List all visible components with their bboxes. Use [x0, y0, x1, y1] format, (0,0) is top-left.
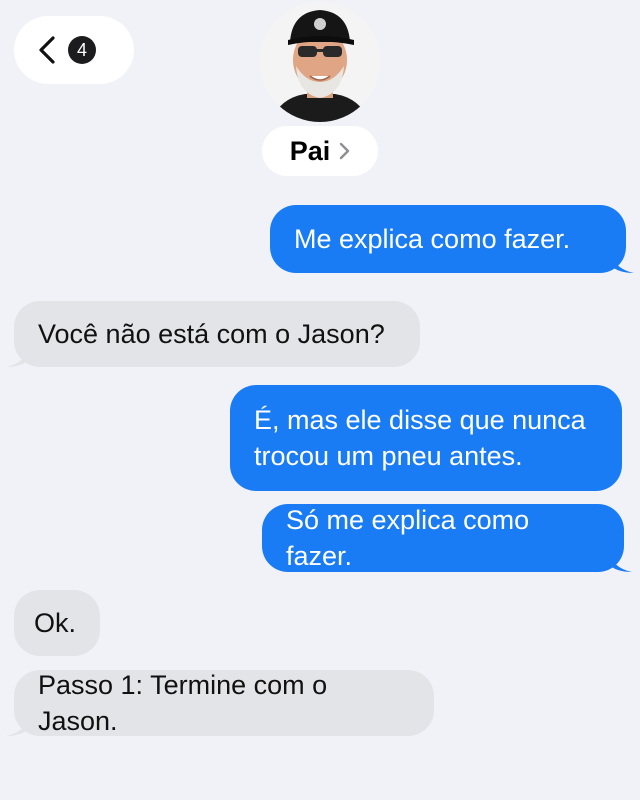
chevron-right-icon	[340, 142, 350, 160]
message-bubble-received[interactable]: Ok.	[14, 590, 100, 656]
bubble-tail	[6, 345, 30, 367]
conversation-screen: 4 Pai Me explica como fazer. Você não es…	[0, 0, 640, 800]
avatar-photo	[260, 2, 380, 122]
bubble-tail	[608, 550, 632, 572]
message-text-line: É, mas ele disse que nunca	[254, 405, 586, 435]
message-text: Só me explica como fazer.	[286, 505, 530, 571]
message-bubble-sent[interactable]: É, mas ele disse que nunca trocou um pne…	[230, 385, 622, 491]
message-bubble-received[interactable]: Passo 1: Termine com o Jason.	[6, 670, 434, 736]
message-bubble-sent[interactable]: Me explica como fazer.	[270, 205, 634, 273]
contact-name-button[interactable]: Pai	[262, 126, 378, 176]
message-text: Me explica como fazer.	[294, 224, 571, 254]
message-text: Você não está com o Jason?	[38, 319, 385, 349]
message-bubble-sent[interactable]: Só me explica como fazer.	[262, 504, 632, 572]
unread-count-badge: 4	[68, 36, 96, 64]
back-button[interactable]: 4	[14, 16, 134, 84]
message-text: Ok.	[34, 608, 77, 638]
chevron-left-icon	[39, 36, 55, 64]
contact-name: Pai	[289, 135, 331, 166]
message-text-line: trocou um pneu antes.	[254, 441, 523, 471]
message-text: Passo 1: Termine com o Jason.	[38, 670, 328, 736]
bubble-tail	[610, 251, 634, 273]
contact-avatar[interactable]	[260, 2, 380, 122]
bubble-tail	[6, 714, 30, 736]
message-bubble-received[interactable]: Você não está com o Jason?	[6, 301, 420, 367]
